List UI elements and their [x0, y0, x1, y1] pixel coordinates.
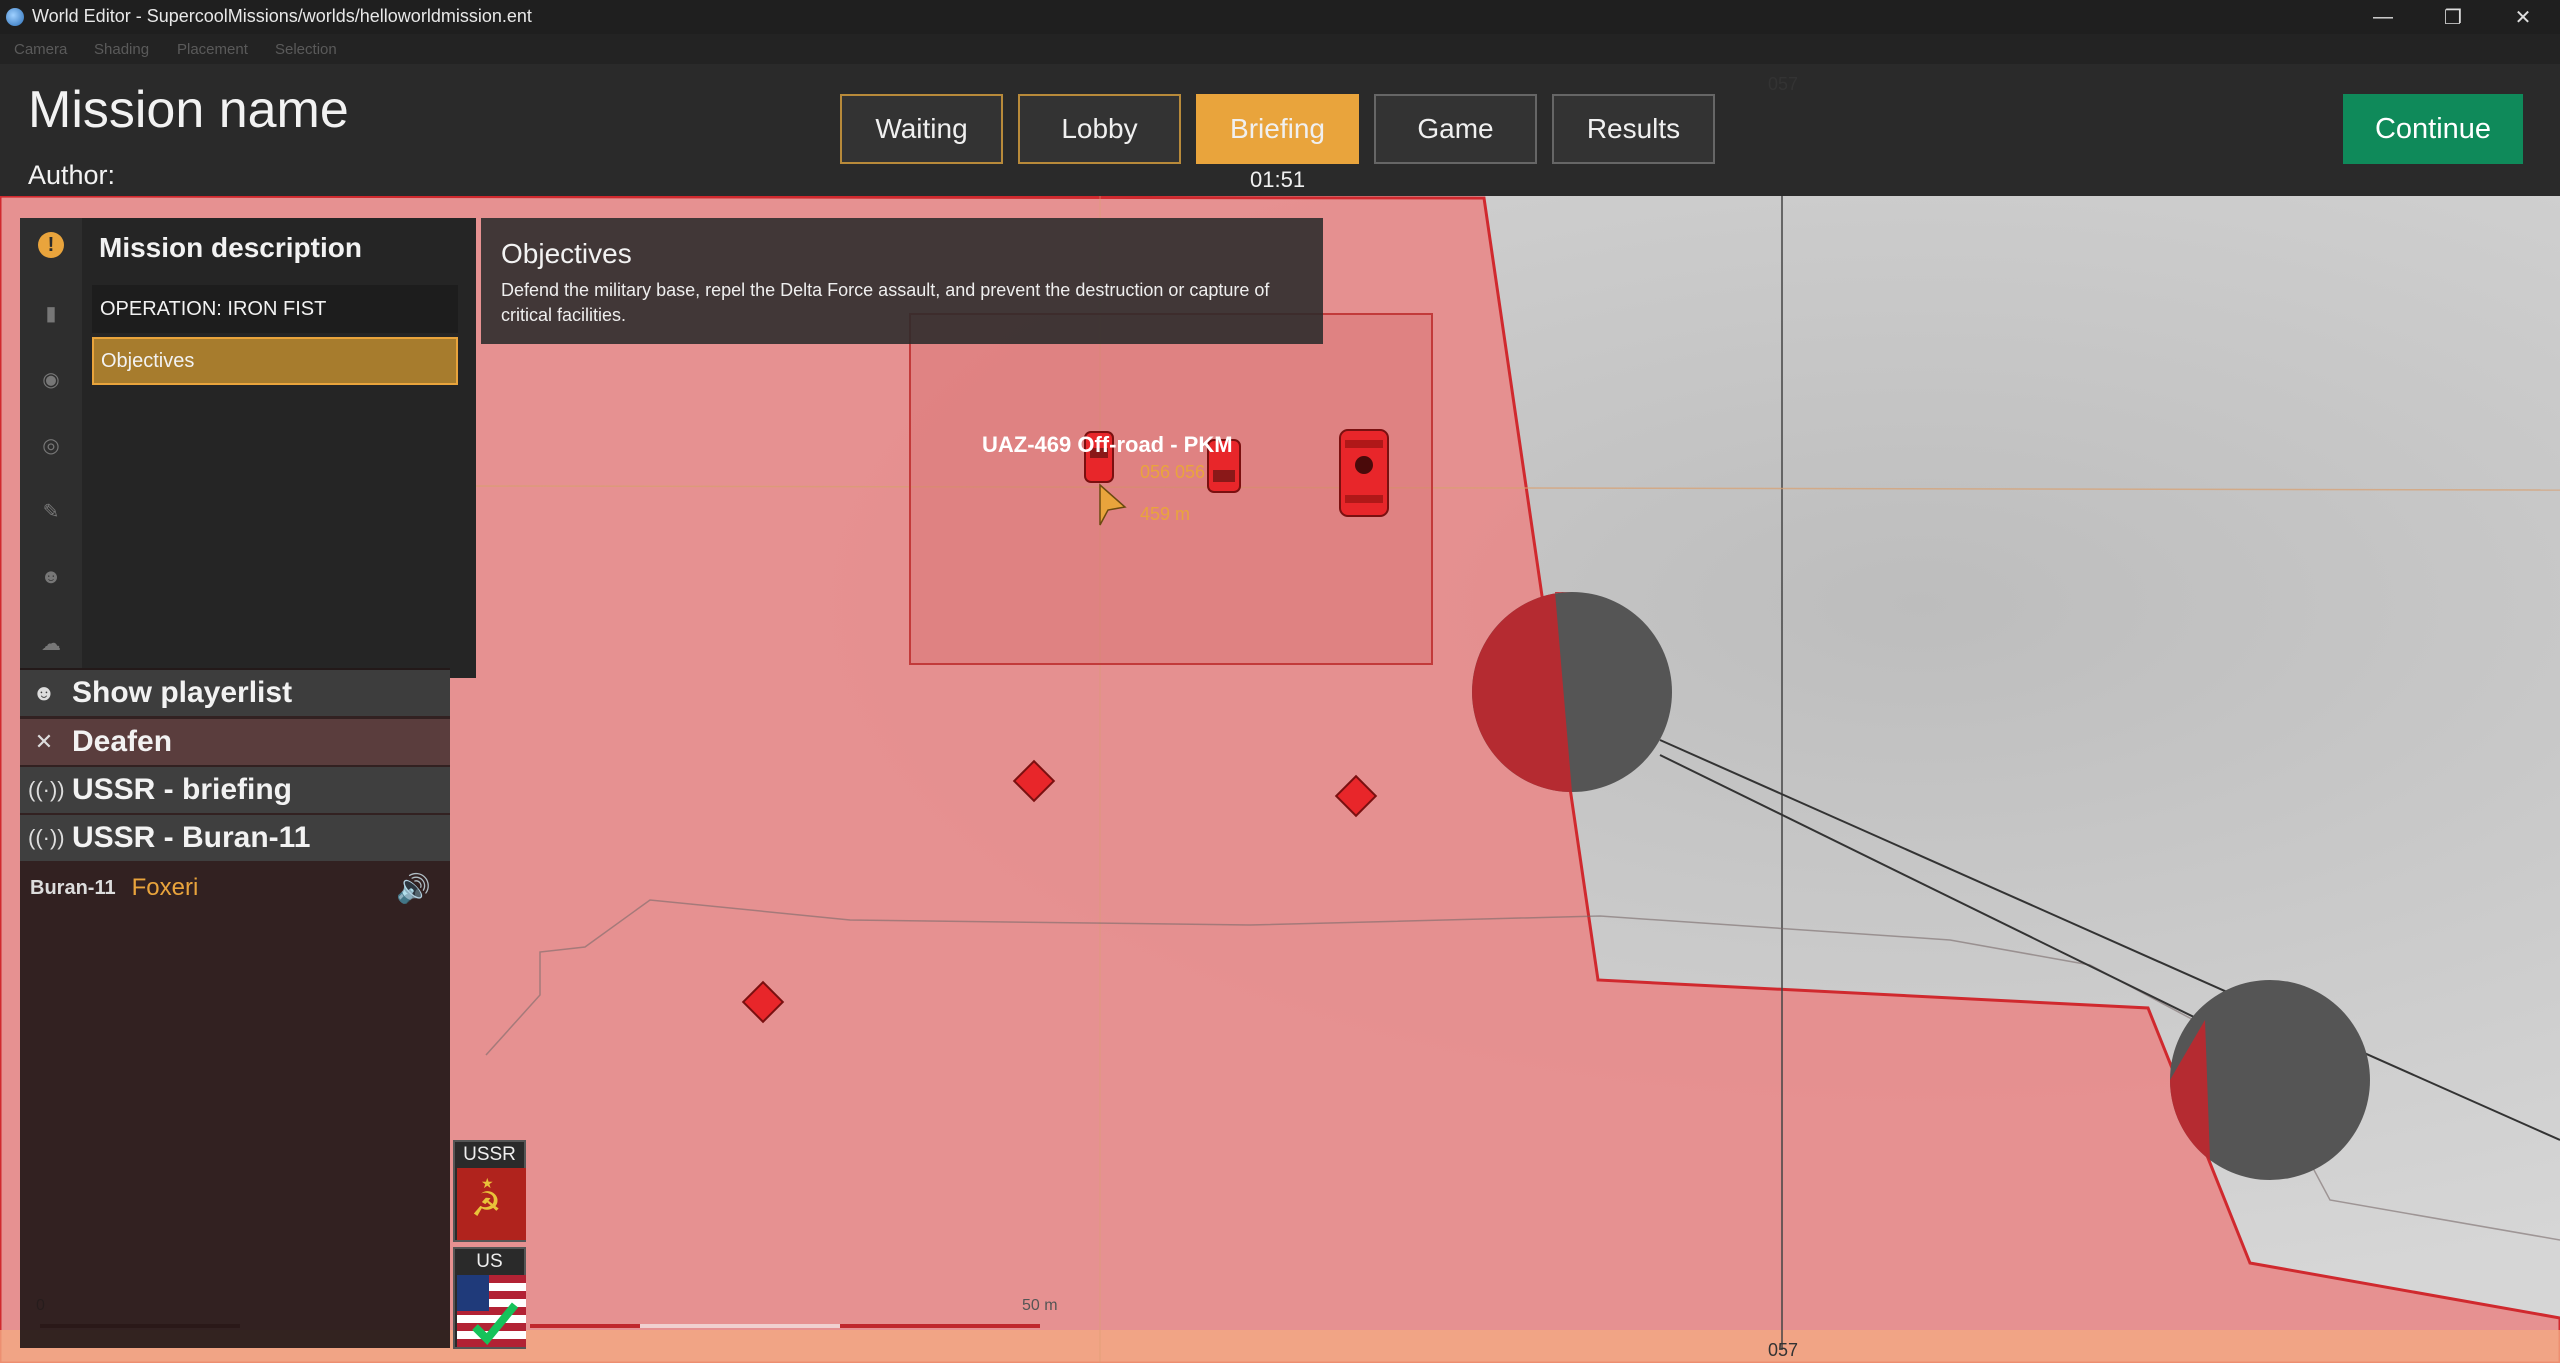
ruler-icon[interactable]: ▮ — [38, 300, 64, 326]
target-icon[interactable]: ◎ — [38, 432, 64, 458]
group-icon: ☻ — [32, 680, 56, 705]
menu-strip: Camera Shading Placement Selection — [0, 34, 2560, 64]
objectives-title: Objectives — [501, 238, 632, 269]
menu-shading[interactable]: Shading — [94, 41, 149, 58]
faction-name: USSR — [463, 1144, 516, 1165]
scale-label: 50 m — [1022, 1297, 1058, 1314]
author-label: Author: — [28, 160, 116, 190]
pencil-icon[interactable]: ✎ — [38, 498, 64, 524]
svg-text:☭: ☭ — [471, 1186, 501, 1224]
player-group: Buran-11 — [30, 876, 116, 899]
faction-name: US — [476, 1251, 503, 1272]
ussr-flag-icon: ☭ ★ — [457, 1168, 526, 1240]
minimize-button[interactable]: — — [2350, 0, 2416, 34]
vehicle-label: UAZ-469 Off-road - PKM — [982, 432, 1233, 457]
maximize-button[interactable]: ❐ — [2420, 0, 2486, 34]
mute-icon: ✕ — [34, 729, 54, 754]
menu-placement[interactable]: Placement — [177, 41, 248, 58]
channel-label: USSR - Buran-11 — [72, 821, 311, 854]
window-titlebar: World Editor - SupercoolMissions/worlds/… — [0, 0, 2560, 34]
cloud-icon[interactable]: ☁ — [38, 630, 64, 656]
deafen-label: Deafen — [72, 725, 173, 758]
description-item-operation[interactable]: OPERATION: IRON FIST — [92, 285, 458, 333]
close-button[interactable]: ✕ — [2490, 0, 2556, 34]
objectives-text: Defend the military base, repel the Delt… — [501, 280, 1270, 325]
compass-icon[interactable]: ◉ — [38, 366, 64, 392]
radio-icon: ((·)) — [28, 777, 65, 802]
phase-lobby-button[interactable]: Lobby — [1018, 94, 1181, 164]
grid-label-top: 057 — [1768, 74, 1799, 94]
scale-bar-segment — [840, 1324, 1040, 1328]
show-playerlist-label: Show playerlist — [72, 676, 293, 709]
group-icon[interactable]: ☻ — [38, 564, 64, 590]
player-row[interactable]: Buran-11 Foxeri — [20, 864, 450, 912]
mission-name: Mission name — [28, 81, 349, 139]
us-flag-icon — [457, 1275, 526, 1347]
channel-label: USSR - briefing — [72, 773, 293, 806]
description-title: Mission description — [99, 232, 362, 263]
scale-bar-segment — [530, 1324, 640, 1328]
scale-bar-segment — [640, 1324, 840, 1328]
phase-waiting-button[interactable]: Waiting — [840, 94, 1003, 164]
sidebar-iconbar: ! ▮ ◉ ◎ ✎ ☻ ☁ — [20, 218, 82, 678]
svg-text:★: ★ — [481, 1175, 494, 1191]
faction-ussr[interactable]: USSR ☭ ★ — [453, 1140, 526, 1242]
player-name: Foxeri — [131, 874, 199, 901]
radio-icon: ((·)) — [28, 825, 65, 850]
vehicle-btr[interactable] — [1339, 429, 1389, 517]
phase-game-button[interactable]: Game — [1374, 94, 1537, 164]
phase-briefing-button[interactable]: Briefing — [1196, 94, 1359, 164]
channel-ussr-briefing[interactable]: ((·)) USSR - briefing — [20, 767, 450, 813]
speaker-icon[interactable]: 🔊 — [396, 872, 431, 905]
menu-camera[interactable]: Camera — [14, 41, 67, 58]
briefing-timer: 01:51 — [1250, 167, 1306, 192]
deafen-button[interactable]: ✕ Deafen — [20, 719, 450, 765]
vehicle-grid-label: 056 056 — [1140, 462, 1205, 482]
continue-button[interactable]: Continue — [2343, 94, 2523, 164]
phase-results-button[interactable]: Results — [1552, 94, 1715, 164]
grid-label-bottom: 057 — [1768, 1340, 1798, 1360]
app-globe-icon — [6, 8, 24, 26]
show-playerlist-button[interactable]: ☻ Show playerlist — [20, 670, 450, 716]
warning-icon[interactable]: ! — [38, 232, 64, 258]
description-item-objectives[interactable]: Objectives — [92, 337, 458, 385]
faction-us[interactable]: US — [453, 1247, 526, 1349]
channel-ussr-buran[interactable]: ((·)) USSR - Buran-11 — [20, 815, 450, 861]
window-title: World Editor - SupercoolMissions/worlds/… — [32, 6, 532, 26]
menu-selection[interactable]: Selection — [275, 41, 337, 58]
vehicle-distance-label: 459 m — [1140, 504, 1190, 524]
